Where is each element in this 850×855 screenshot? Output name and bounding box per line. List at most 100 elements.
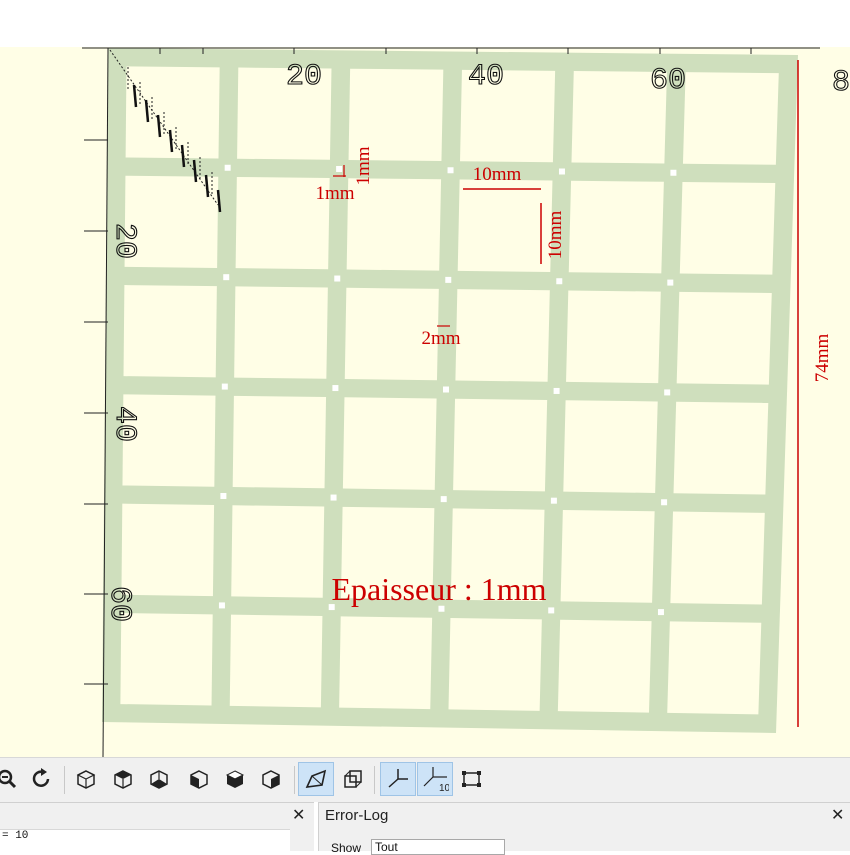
bar-label: 2mm [421, 328, 460, 349]
show-filter-value: Tout [375, 840, 398, 854]
ruler-label-x: 20 [286, 60, 322, 94]
view-front-icon [225, 770, 245, 788]
grid-cell [123, 285, 217, 378]
grid-notch [220, 492, 227, 499]
grid-notch [550, 497, 557, 504]
cell-height-label: 10mm [545, 211, 566, 260]
view-bottom-icon [150, 770, 168, 789]
show-axes-button[interactable] [380, 762, 416, 796]
grid-cell [448, 618, 542, 711]
grid-cell [121, 503, 215, 597]
show-edges-button[interactable] [456, 764, 486, 794]
grid-notch [218, 602, 225, 609]
grid-notch [657, 609, 664, 616]
grid-notch [440, 496, 447, 503]
toolbar-separator [64, 766, 65, 794]
console-panel: ✕ = 10 [0, 802, 314, 851]
grid-cell [455, 289, 550, 382]
ruler-label-y: 40 [107, 406, 141, 442]
grid-cell [563, 400, 658, 493]
error-log-title: Error-Log [325, 807, 389, 824]
grid-notch [336, 166, 343, 173]
grid-cell [560, 509, 655, 603]
grid-cell [231, 505, 325, 598]
grid-notch [447, 167, 454, 174]
grid-notch [670, 169, 677, 176]
grid-cell [453, 398, 548, 492]
view-back-icon [262, 770, 280, 789]
ruler-label-y: 60 [102, 586, 136, 622]
top-dimension-strip [0, 0, 850, 47]
view-back-button[interactable] [256, 764, 286, 794]
grid-notch [334, 275, 341, 282]
grid-cell [125, 66, 220, 159]
view-front-button[interactable] [220, 764, 250, 794]
view-left-icon [190, 770, 208, 789]
grid-notch [332, 385, 339, 392]
zoom-out-icon [0, 769, 17, 789]
grid-cell [457, 179, 553, 272]
reset-view-icon [32, 768, 50, 787]
edges-icon [462, 771, 481, 787]
thickness-label: Epaisseur : 1mm [331, 571, 546, 607]
view-bottom-button[interactable] [144, 764, 174, 794]
perspective-icon [305, 769, 327, 788]
grid-notch [223, 274, 230, 281]
grid-cell [682, 72, 779, 165]
grid-cell [346, 178, 442, 271]
grid-notch [548, 607, 555, 614]
grid-cell [568, 180, 664, 274]
grid-cell [566, 290, 661, 384]
grid-notch [224, 164, 231, 171]
orthogonal-icon [344, 770, 362, 788]
height-dimension-label: 74mm [812, 334, 833, 383]
grid-cell [679, 182, 776, 275]
show-scale-markers-button[interactable]: 10 [417, 762, 453, 796]
view-right-icon [76, 770, 96, 789]
reset-view-button[interactable] [27, 764, 57, 794]
grid-notch [667, 279, 674, 286]
view-toolbar: 10 [0, 757, 850, 802]
grid-notch [221, 383, 228, 390]
grid-notch [445, 276, 452, 283]
ruler-label-x: 40 [468, 60, 504, 94]
ruler-label-x: 60 [650, 64, 686, 98]
console-line-text: = 10 [2, 830, 29, 842]
grid-cell [670, 511, 765, 605]
grid-notch [443, 386, 449, 393]
grid-notch [661, 499, 668, 506]
orthogonal-button[interactable] [338, 764, 368, 794]
toolbar-separator [374, 766, 375, 794]
grid-cell [667, 621, 762, 715]
grid-notch [558, 168, 565, 175]
ruler-label-x: 8 [832, 66, 850, 100]
grid-cell [232, 395, 327, 489]
grid-notch [664, 389, 671, 396]
preview-scene[interactable]: 2040608 204060 74mm 74mm 10mm 10mm 1mm 1… [0, 47, 850, 757]
grid-cell [676, 291, 772, 385]
view-top-button[interactable] [108, 764, 138, 794]
error-log-panel: Error-Log ✕ Show Tout [318, 802, 850, 855]
grid-cell [120, 612, 213, 706]
view-right-button[interactable] [71, 764, 101, 794]
3d-viewport[interactable]: 2040608 204060 74mm 74mm 10mm 10mm 1mm 1… [0, 47, 850, 757]
grid-notch [330, 494, 337, 501]
grid-cell [673, 401, 769, 495]
ruler-label-y: 20 [107, 223, 141, 259]
zoom-button[interactable] [0, 764, 22, 794]
show-filter-label: Show [331, 841, 362, 855]
show-filter-select[interactable]: Tout [371, 839, 505, 855]
grid-cell [557, 619, 652, 713]
view-top-icon [114, 770, 132, 789]
scale-badge: 10 [439, 783, 449, 792]
error-log-close-button[interactable]: ✕ [831, 805, 844, 825]
console-close-button[interactable]: ✕ [292, 805, 305, 825]
axes-icon [388, 769, 408, 788]
view-left-button[interactable] [184, 764, 214, 794]
gap-label: 1mm [315, 183, 354, 204]
grid-cell [234, 286, 328, 379]
grid-notch [556, 278, 563, 285]
console-output: = 10 [0, 829, 290, 851]
grid-notch [553, 387, 560, 394]
perspective-button[interactable] [298, 762, 334, 796]
